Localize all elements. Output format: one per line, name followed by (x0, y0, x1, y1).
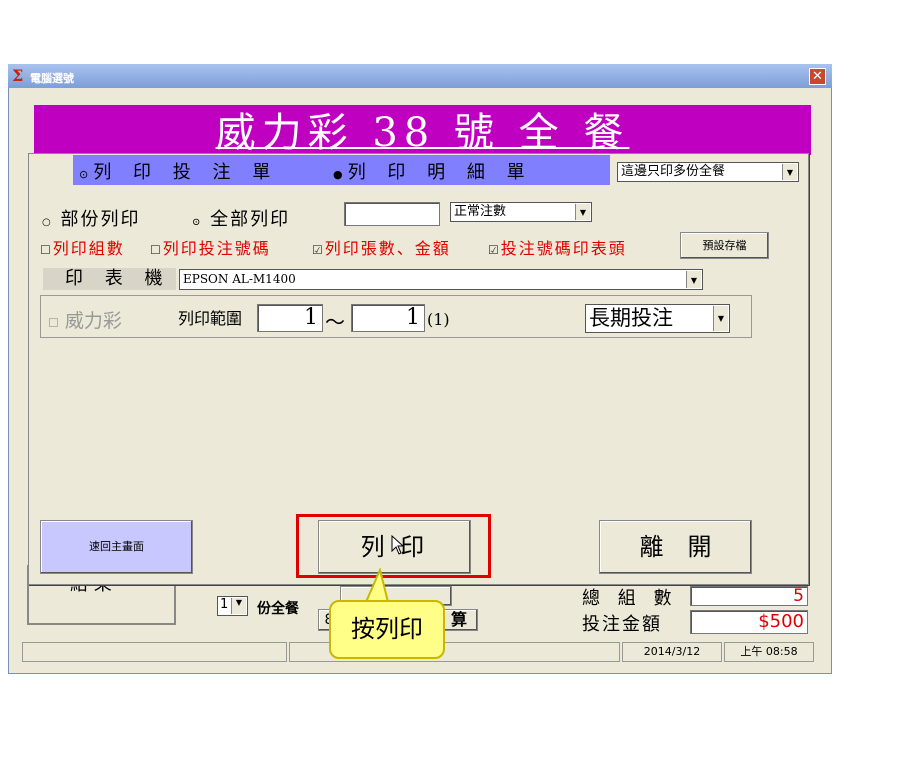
radio-partial[interactable]: ○ 部份列印 (42, 205, 140, 231)
radio-all-label: 全部列印 (210, 209, 291, 230)
chk-print-header[interactable]: ☑投注號碼印表頭 (488, 235, 627, 259)
checkbox-checked-icon: ☑ (312, 243, 325, 257)
count-select-value: 正常注數 (454, 204, 507, 219)
back-to-main-button[interactable]: 速回主畫面 (40, 520, 193, 574)
radio-print-detail-label: 列 印 明 細 單 (347, 162, 533, 183)
count-input[interactable] (344, 202, 440, 226)
chevron-down-icon: ▼ (686, 271, 701, 288)
cursor-icon (391, 534, 405, 559)
amount-field: $500 (690, 610, 808, 634)
count-select[interactable]: 正常注數 ▼ (450, 202, 592, 222)
status-date: 2014/3/12 (622, 642, 722, 662)
chevron-down-icon: ▼ (782, 164, 797, 180)
copies-mode-select[interactable]: 這邊只印多份全餐 ▼ (617, 162, 799, 182)
radio-all[interactable]: ⊙ 全部列印 (192, 205, 290, 231)
copies-value: 1 (220, 597, 229, 612)
amount-label: 投注金額 (582, 614, 662, 635)
chk-print-numbers-label: 列印投注號碼 (162, 239, 271, 258)
range-label: 列印範圍 (178, 309, 243, 328)
radio-print-ticket[interactable]: ⊙ 列 印 投 注 單 (79, 158, 278, 184)
status-time: 上午 08:58 (724, 642, 814, 662)
exit-button[interactable]: 離 開 (599, 520, 752, 574)
chevron-down-icon: ▼ (575, 204, 590, 220)
printer-select[interactable]: EPSON AL-M1400 ▼ (179, 269, 703, 290)
chk-print-groups-label: 列印組數 (52, 239, 125, 258)
total-groups-label: 總 組 數 (582, 588, 678, 609)
checkbox-unchecked-icon: ☐ (40, 243, 53, 257)
radio-unchecked-icon: ○ (42, 217, 53, 228)
radio-print-detail[interactable]: ● 列 印 明 細 單 (333, 158, 533, 184)
window-title: 電腦選號 (30, 72, 74, 85)
chk-print-numbers[interactable]: ☐列印投注號碼 (150, 235, 271, 259)
chk-print-groups[interactable]: ☐列印組數 (40, 235, 125, 259)
radio-checked-icon: ⊙ (192, 217, 203, 228)
save-default-button[interactable]: 預設存檔 (680, 232, 769, 259)
printer-value: EPSON AL-M1400 (183, 272, 296, 286)
chk-lottery[interactable]: ☐ 威力彩 (48, 306, 122, 333)
range-to-input[interactable]: 1 (351, 304, 425, 332)
chk-print-sheets[interactable]: ☑列印張數、金額 (312, 235, 451, 259)
checkbox-unchecked-icon: ☐ (48, 316, 59, 330)
range-from-input[interactable]: 1 (257, 304, 323, 332)
close-button[interactable]: ✕ (809, 68, 826, 85)
range-count: (1) (427, 310, 450, 329)
radio-partial-label: 部份列印 (60, 209, 141, 230)
title-bar (8, 64, 832, 88)
chk-lottery-label: 威力彩 (64, 310, 122, 332)
checkbox-checked-icon: ☑ (488, 243, 501, 257)
callout-tooltip: 按列印 (329, 600, 445, 659)
copies-suffix: 份全餐 (257, 601, 299, 617)
banner-text: 威力彩 38 號 全 餐 (215, 110, 630, 155)
copies-select[interactable]: 1 ▼ (217, 596, 248, 616)
chk-print-header-label: 投注號碼印表頭 (500, 239, 627, 258)
radio-unchecked-icon: ● (333, 168, 343, 181)
settle-button[interactable]: 算 (440, 609, 478, 631)
banner-title: 威力彩 38 號 全 餐 (34, 105, 811, 155)
chevron-down-icon: ▼ (713, 306, 728, 331)
chevron-down-icon: ▼ (231, 598, 246, 614)
term-select[interactable]: 長期投注 ▼ (585, 304, 730, 333)
app-sigma-icon: Σ (12, 66, 24, 85)
range-tilde: ～ (325, 310, 345, 334)
chk-print-sheets-label: 列印張數、金額 (324, 239, 451, 258)
copies-mode-value: 這邊只印多份全餐 (621, 164, 726, 179)
checkbox-unchecked-icon: ☐ (150, 243, 163, 257)
total-groups-field: 5 (690, 586, 808, 606)
radio-print-ticket-label: 列 印 投 注 單 (93, 162, 279, 183)
term-value: 長期投注 (589, 306, 673, 330)
status-pane-1 (22, 642, 287, 662)
printer-label: 印 表 機 (43, 268, 176, 290)
radio-checked-icon: ⊙ (79, 168, 89, 181)
